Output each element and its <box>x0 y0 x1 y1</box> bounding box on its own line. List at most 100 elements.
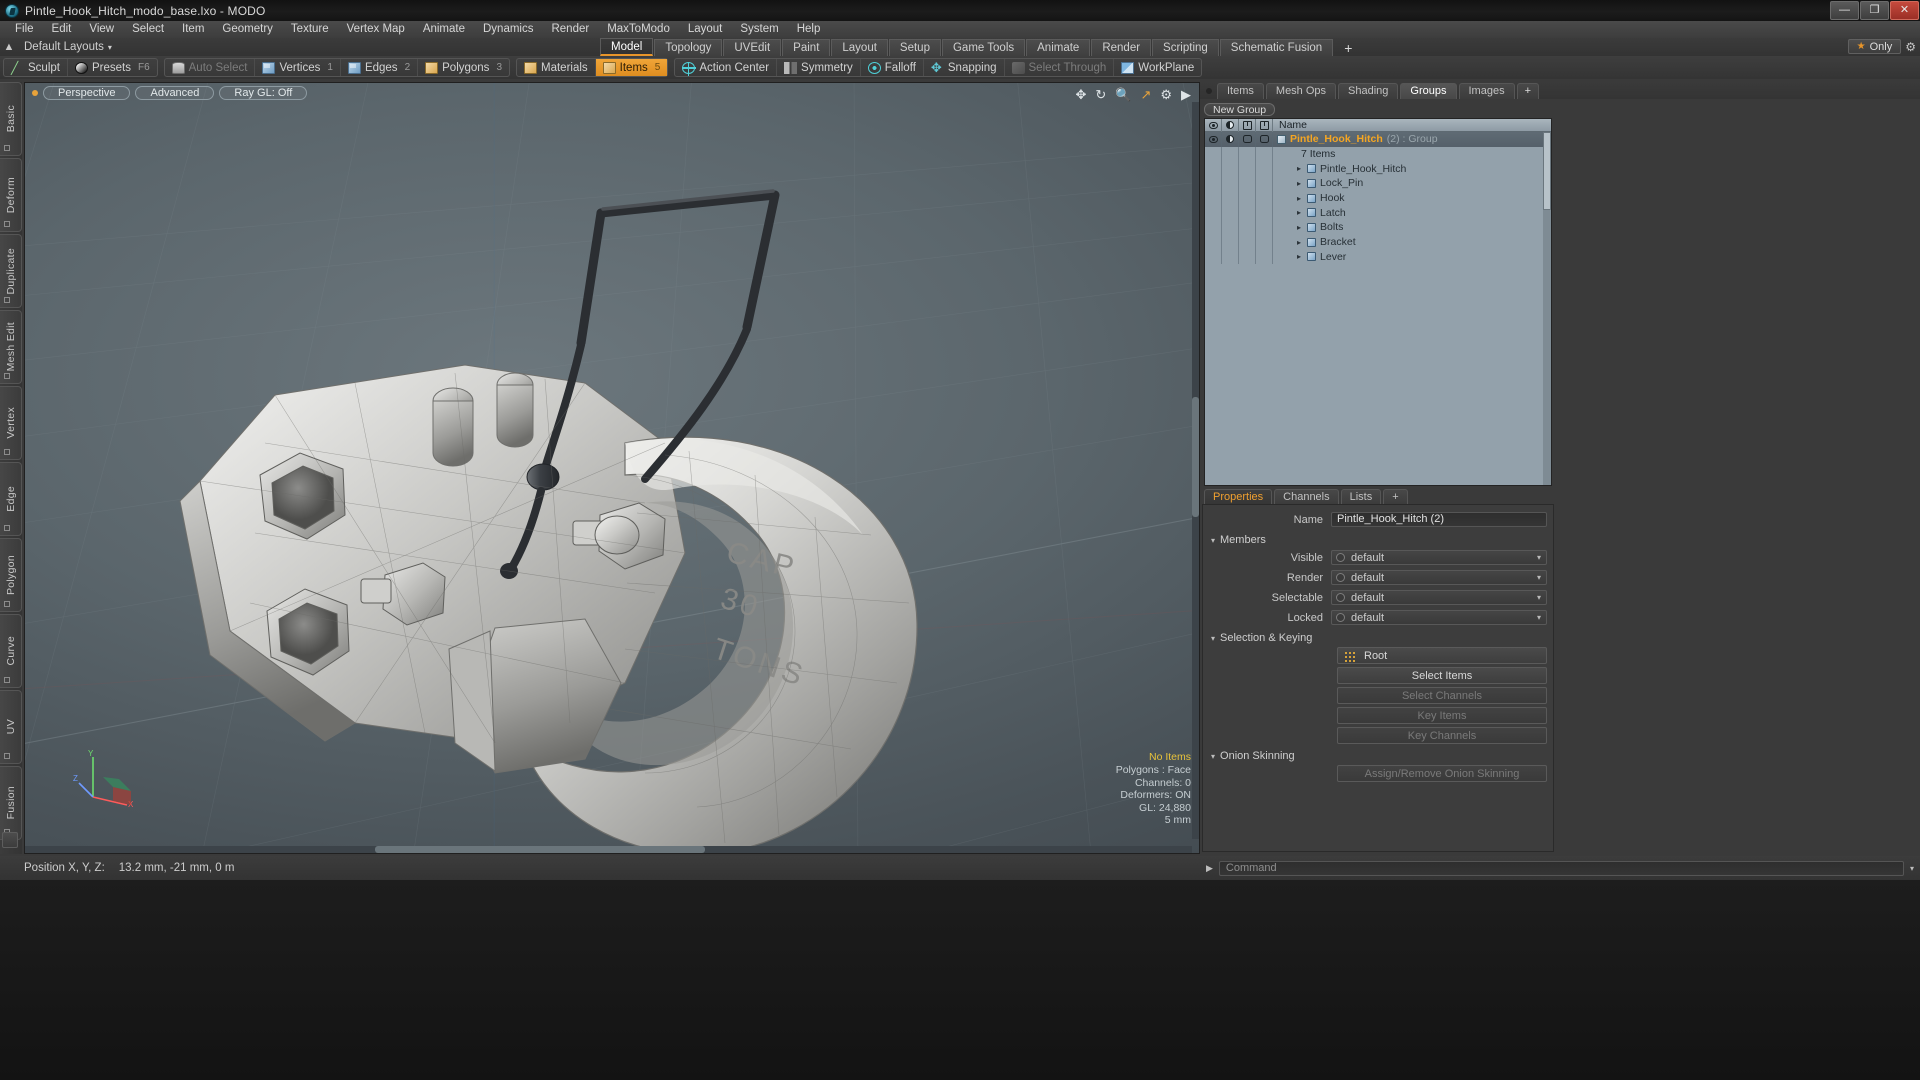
toolbar-button-presets[interactable]: Presets F6 <box>68 59 157 76</box>
command-input[interactable]: Command <box>1218 860 1904 876</box>
toolbar-button-auto-select[interactable]: Auto Select <box>165 59 256 76</box>
close-button[interactable]: ✕ <box>1890 1 1919 20</box>
toolbar-button-falloff[interactable]: Falloff <box>861 59 924 76</box>
viewport-horizontal-scrollbar[interactable] <box>25 846 1192 853</box>
chevron-right-icon[interactable]: ▸ <box>1297 223 1301 232</box>
layout-tab-model[interactable]: Model <box>600 38 654 56</box>
chevron-right-icon[interactable]: ▸ <box>1297 179 1301 188</box>
eye-toggle[interactable] <box>1205 132 1222 147</box>
cube-outline-icon[interactable] <box>1256 119 1273 132</box>
left-tab-polygon[interactable]: Polygon <box>0 538 22 612</box>
toolbar-button-symmetry[interactable]: Symmetry <box>777 59 861 76</box>
toolbar-button-action-center[interactable]: Action Center <box>675 59 778 76</box>
viewport-raygl-selector[interactable]: Ray GL: Off <box>219 85 308 100</box>
tree-row[interactable]: ▸ Bracket <box>1205 234 1551 250</box>
add-layout-tab-button[interactable]: + <box>1334 40 1362 56</box>
chevron-right-icon[interactable]: ▸ <box>1297 208 1301 217</box>
tree-row[interactable]: Pintle_Hook_Hitch (2) : Group <box>1205 132 1551 147</box>
left-tab-deform[interactable]: Deform <box>0 158 22 232</box>
layout-tab-uvedit[interactable]: UVEdit <box>723 39 782 56</box>
chevron-right-icon[interactable]: ▸ <box>1297 164 1301 173</box>
group-item-tree[interactable]: Name Pintle_Hook_Hitch (2) : Group 7 Items… <box>1204 118 1552 486</box>
render-toggle[interactable] <box>1222 220 1239 235</box>
gear-icon[interactable]: ⚙ <box>1905 40 1916 54</box>
cube-toggle[interactable] <box>1239 132 1256 147</box>
menu-item-texture[interactable]: Texture <box>282 21 338 38</box>
menu-item-layout[interactable]: Layout <box>679 21 732 38</box>
viewport-vertical-scrollbar[interactable] <box>1192 102 1199 839</box>
tree-row[interactable]: ▸ Latch <box>1205 205 1551 221</box>
layout-tab-setup[interactable]: Setup <box>888 39 941 56</box>
right-panel-tab-items[interactable]: Items <box>1217 83 1264 99</box>
cube-toggle[interactable] <box>1239 234 1256 250</box>
left-tab-uv[interactable]: UV <box>0 690 22 764</box>
layout-tab-game-tools[interactable]: Game Tools <box>941 39 1026 56</box>
eye-toggle[interactable] <box>1205 176 1222 191</box>
toolbar-button-edges[interactable]: Edges 2 <box>341 59 419 76</box>
toolbar-button-materials[interactable]: Materials <box>517 59 596 76</box>
menu-item-maxtomodo[interactable]: MaxToModo <box>598 21 679 38</box>
eye-toggle[interactable] <box>1205 205 1222 221</box>
left-tab-mesh-edit[interactable]: Mesh Edit <box>0 310 22 384</box>
name-input[interactable]: Pintle_Hook_Hitch (2) <box>1331 512 1547 527</box>
toolbar-button-vertices[interactable]: Vertices 1 <box>255 59 341 76</box>
eye-toggle[interactable] <box>1205 249 1222 265</box>
render-toggle[interactable] <box>1222 249 1239 265</box>
viewport-vscroll-thumb[interactable] <box>1192 396 1199 517</box>
eye-toggle[interactable] <box>1205 234 1222 250</box>
render-toggle[interactable] <box>1222 132 1239 147</box>
eye-toggle[interactable] <box>1205 161 1222 177</box>
cube-outline-toggle[interactable] <box>1256 190 1273 206</box>
layout-tab-render[interactable]: Render <box>1091 39 1152 56</box>
render-toggle[interactable] <box>1222 176 1239 191</box>
toolbar-button-snapping[interactable]: ✥ Snapping <box>924 59 1005 76</box>
cube-outline-toggle[interactable] <box>1256 161 1273 177</box>
cube-outline-toggle[interactable] <box>1256 249 1273 265</box>
tree-row[interactable]: ▸ Lock_Pin <box>1205 176 1551 191</box>
menu-item-vertex-map[interactable]: Vertex Map <box>338 21 414 38</box>
cube-toggle[interactable] <box>1239 146 1256 162</box>
layout-tab-topology[interactable]: Topology <box>654 39 723 56</box>
gear-icon[interactable]: ⚙ <box>1160 87 1172 103</box>
tree-row[interactable]: ▸ Hook <box>1205 190 1551 206</box>
menu-item-edit[interactable]: Edit <box>43 21 81 38</box>
layout-tab-animate[interactable]: Animate <box>1026 39 1091 56</box>
tree-row[interactable]: ▸ Lever <box>1205 249 1551 265</box>
cube-outline-toggle[interactable] <box>1256 220 1273 235</box>
render-icon[interactable] <box>1222 119 1239 132</box>
property-select-render[interactable]: default ▾ <box>1331 570 1547 585</box>
cube-icon[interactable] <box>1239 119 1256 132</box>
menu-item-help[interactable]: Help <box>788 21 830 38</box>
play-icon[interactable]: ▶ <box>1181 87 1191 103</box>
fit-icon[interactable]: ↗ <box>1140 87 1151 103</box>
tree-vertical-scrollbar[interactable] <box>1543 132 1551 485</box>
eye-toggle[interactable] <box>1205 190 1222 206</box>
cube-toggle[interactable] <box>1239 161 1256 177</box>
move-icon[interactable]: ✥ <box>1075 87 1086 103</box>
right-panel-tab-groups[interactable]: Groups <box>1400 83 1457 99</box>
chevron-right-icon[interactable]: ▸ <box>1297 238 1301 247</box>
toolbar-button-select-through[interactable]: Select Through <box>1005 59 1115 76</box>
panel-menu-dot[interactable] <box>1206 88 1212 94</box>
menu-item-item[interactable]: Item <box>173 21 213 38</box>
default-layouts-label[interactable]: Default Layouts <box>24 41 104 53</box>
tree-row[interactable]: ▸ Pintle_Hook_Hitch <box>1205 161 1551 177</box>
right-panel-tab-add[interactable]: + <box>1516 83 1540 99</box>
cube-outline-toggle[interactable] <box>1256 176 1273 191</box>
toolbar-button-sculpt[interactable]: ╱ Sculpt <box>4 59 68 76</box>
left-tab-curve[interactable]: Curve <box>0 614 22 688</box>
right-panel-tab-shading[interactable]: Shading <box>1338 83 1399 99</box>
maximize-button[interactable]: ❐ <box>1860 1 1889 20</box>
layout-tab-layout[interactable]: Layout <box>831 39 888 56</box>
properties-tab-lists[interactable]: Lists <box>1340 489 1382 504</box>
menu-item-file[interactable]: File <box>6 21 43 38</box>
3d-viewport[interactable]: CAP 30 TONS Perspective Advanced Ray GL:… <box>24 82 1200 854</box>
cube-outline-toggle[interactable] <box>1256 205 1273 221</box>
section-header-onion-skinning[interactable]: ▾ Onion Skinning <box>1203 747 1553 765</box>
menu-item-geometry[interactable]: Geometry <box>213 21 282 38</box>
home-icon[interactable]: ▲ <box>0 38 18 56</box>
menu-item-dynamics[interactable]: Dynamics <box>474 21 542 38</box>
property-select-selectable[interactable]: default ▾ <box>1331 590 1547 605</box>
left-tab-duplicate[interactable]: Duplicate <box>0 234 22 308</box>
toolbar-button-polygons[interactable]: Polygons 3 <box>418 59 509 76</box>
